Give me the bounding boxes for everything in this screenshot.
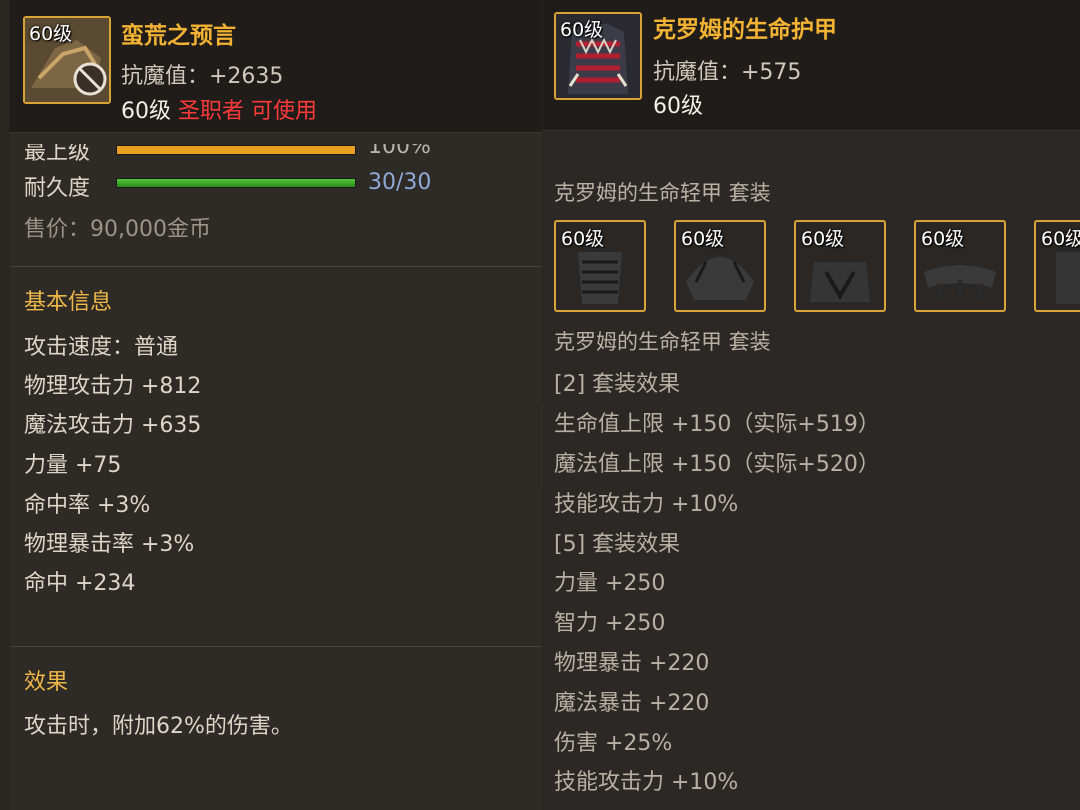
set-effect-line: 力量 +250	[554, 571, 666, 596]
set-effect-line: 魔法暴击 +220	[554, 691, 710, 716]
set-effect-line: 伤害 +25%	[554, 731, 673, 756]
set-title: 克罗姆的生命轻甲 套装	[554, 181, 771, 205]
tooltip-header: 60级 蛮荒之预言 抗魔值：+2635 60级 圣职者 可使用	[10, 0, 542, 133]
set-piece-level: 60级	[921, 228, 965, 250]
set-piece-icon[interactable]: 60级	[674, 220, 766, 312]
item-tooltip-weapon: 60级 蛮荒之预言 抗魔值：+2635 60级 圣职者 可使用 最上级 100%…	[10, 0, 542, 810]
level-requirement: 60级 圣职者 可使用	[121, 93, 317, 125]
item-level-badge: 60级	[560, 19, 604, 41]
set-piece-level: 60级	[561, 228, 605, 250]
weapon-icon: 60级	[23, 16, 111, 104]
effect-title: 效果	[24, 670, 69, 695]
basic-stat: 攻击速度：普通	[24, 335, 179, 360]
effect-text: 攻击时，附加62%的伤害。	[24, 714, 293, 739]
set-effect-line: 魔法值上限 +150（实际+520）	[554, 452, 880, 477]
level-text: 60级	[121, 99, 171, 124]
upgrade-value: 100%	[368, 134, 431, 159]
set-name: 克罗姆的生命轻甲 套装	[554, 330, 771, 354]
upgrade-label: 最上级	[24, 140, 91, 165]
magic-resist: 抗魔值：+2635	[121, 64, 284, 89]
basic-stat: 物理暴击率 +3%	[24, 532, 195, 557]
armor-icon: 60级	[554, 12, 642, 100]
item-name: 克罗姆的生命护甲	[653, 17, 837, 43]
level-text: 60级	[653, 94, 703, 119]
class-requirement: 圣职者 可使用	[178, 99, 317, 124]
divider	[10, 266, 542, 267]
set-piece-icon[interactable]: 60级	[914, 220, 1006, 312]
basic-stat: 力量 +75	[24, 453, 122, 478]
set-piece-icon[interactable]: 60级	[554, 220, 646, 312]
basic-stat: 魔法攻击力 +635	[24, 413, 202, 438]
magic-resist: 抗魔值：+575	[653, 60, 802, 85]
tooltip-header: 60级 克罗姆的生命护甲 抗魔值：+575 60级	[543, 0, 1080, 131]
durability-bar	[116, 178, 356, 188]
basic-stat: 物理攻击力 +812	[24, 374, 202, 399]
set-effect-line: 物理暴击 +220	[554, 651, 710, 676]
basic-info-title: 基本信息	[24, 290, 113, 315]
set-effect-line: 技能攻击力 +10%	[554, 770, 739, 795]
set-piece-level: 60级	[801, 228, 845, 250]
basic-stat: 命中率 +3%	[24, 493, 151, 518]
set-effect-line: 生命值上限 +150（实际+519）	[554, 412, 880, 437]
set-effect-line: [2] 套装效果	[554, 372, 681, 397]
set-effect-line: 技能攻击力 +10%	[554, 492, 739, 517]
upgrade-bar	[116, 145, 356, 155]
item-level-badge: 60级	[29, 23, 73, 45]
set-piece-icon[interactable]: 60级	[1034, 220, 1080, 312]
upgrade-bar-fill	[117, 146, 355, 154]
basic-stat: 命中 +234	[24, 571, 136, 596]
set-piece-level: 60级	[681, 228, 725, 250]
set-effect-line: 智力 +250	[554, 611, 666, 636]
durability-value: 30/30	[368, 170, 432, 195]
item-name: 蛮荒之预言	[121, 23, 236, 49]
set-effect-line: [5] 套装效果	[554, 532, 681, 557]
sell-price: 售价：90,000金币	[24, 217, 211, 242]
set-piece-level: 60级	[1041, 228, 1080, 250]
set-piece-icon[interactable]: 60级	[794, 220, 886, 312]
item-tooltip-armor: 60级 克罗姆的生命护甲 抗魔值：+575 60级 克罗姆的生命轻甲 套装 60…	[543, 0, 1080, 810]
durability-label: 耐久度	[24, 176, 91, 201]
divider	[10, 646, 542, 647]
durability-bar-fill	[117, 179, 355, 187]
